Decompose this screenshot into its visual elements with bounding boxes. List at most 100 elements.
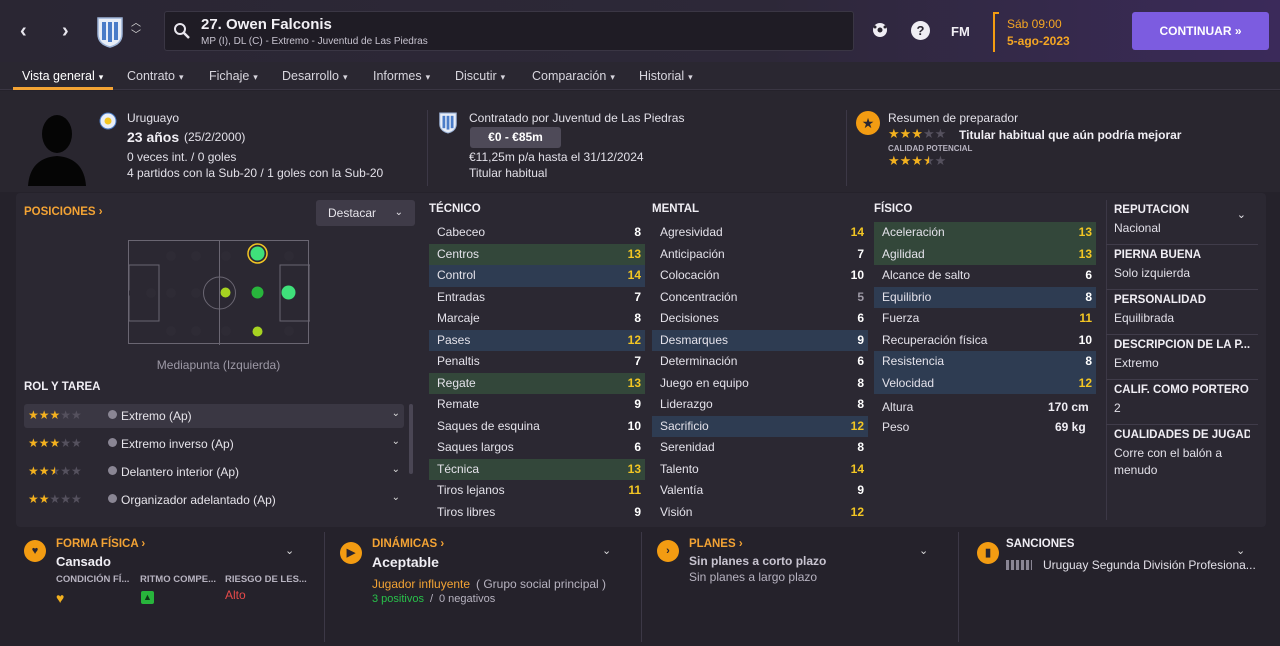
attribute-row[interactable]: Marcaje 8 (429, 308, 645, 330)
match-sharpness-label: RITMO COMPE... (140, 574, 216, 585)
position-marker-aml[interactable] (250, 246, 265, 261)
back-arrow-icon[interactable]: ‹ (20, 20, 27, 43)
role-row[interactable]: ★★★★★ Delantero interior (Ap) ⌄ (24, 460, 404, 484)
chevron-down-icon[interactable]: ⌄ (919, 544, 928, 557)
attribute-row[interactable]: Liderazgo 8 (652, 394, 868, 416)
attribute-value: 12 (850, 418, 864, 433)
technical-attributes: TÉCNICO Cabeceo 8 Centros 13 Control 14 Entrad… (429, 200, 645, 523)
attribute-row[interactable]: Fuerza 11 (874, 308, 1096, 330)
chevron-down-icon[interactable]: ⌄ (1237, 208, 1246, 221)
attribute-row[interactable]: Agilidad 13 (874, 243, 1096, 265)
tab-contrato[interactable]: Contrato ▾ (127, 69, 183, 83)
attribute-row[interactable]: Penaltis 7 (429, 351, 645, 373)
attribute-row[interactable]: Decisiones 6 (652, 308, 868, 330)
role-row[interactable]: ★★★★★ Extremo inverso (Ap) ⌄ (24, 432, 404, 456)
attribute-row[interactable]: Regate 13 (429, 372, 645, 394)
suspensions-title: SANCIONES (1006, 538, 1075, 550)
attribute-row[interactable]: Anticipación 7 (652, 244, 868, 266)
attribute-row[interactable]: Resistencia 8 (874, 351, 1096, 373)
attribute-row[interactable]: Recuperación física 10 (874, 330, 1096, 352)
attribute-row[interactable]: Agresividad 14 (652, 222, 868, 244)
role-row[interactable]: ★★★★★ Organizador adelantado (Ap) ⌄ (24, 488, 404, 512)
dynamics-title[interactable]: DINÁMICAS › (372, 538, 444, 550)
attribute-row[interactable]: Aceleración 13 (874, 222, 1096, 244)
player-header-box[interactable]: 27. Owen Falconis MP (I), DL (C) - Extre… (164, 11, 854, 51)
position-marker-st[interactable] (281, 285, 296, 300)
chevron-down-icon[interactable]: ⌄ (1236, 544, 1245, 557)
attribute-row[interactable]: Colocación 10 (652, 265, 868, 287)
tab-comparacion[interactable]: Comparación ▾ (532, 69, 615, 83)
attribute-value: 8 (1085, 289, 1092, 304)
club-crest-icon[interactable] (94, 14, 126, 48)
ball-icon[interactable] (871, 21, 889, 39)
chevron-down-icon[interactable]: ⌄ (285, 544, 294, 557)
tab-vista-general[interactable]: Vista general ▾ (22, 69, 103, 83)
attribute-row[interactable]: Serenidad 8 (652, 437, 868, 459)
attribute-name: Alcance de salto (882, 268, 971, 282)
tab-discutir[interactable]: Discutir ▾ (455, 69, 505, 83)
contracted-by: Contratado por Juventud de Las Piedras (469, 111, 685, 125)
long-term-plans: Sin planes a largo plazo (689, 570, 818, 584)
attribute-row[interactable]: Control 14 (429, 265, 645, 287)
positions-title[interactable]: POSICIONES › (24, 206, 103, 218)
attribute-row[interactable]: Cabeceo 8 (429, 222, 645, 244)
player-switch-arrows[interactable]: ︿ ﹀ (131, 18, 141, 42)
plans-title[interactable]: PLANES › (689, 538, 743, 550)
attribute-row[interactable]: Determinación 6 (652, 351, 868, 373)
continue-button[interactable]: CONTINUAR » (1132, 12, 1269, 50)
attribute-row[interactable]: Tiros lejanos 11 (429, 480, 645, 502)
attribute-name: Colocación (660, 268, 720, 282)
attribute-row[interactable]: Saques de esquina 10 (429, 416, 645, 438)
attribute-row[interactable]: Desmarques 9 (652, 329, 868, 351)
help-icon[interactable]: ? (911, 21, 930, 40)
attribute-row[interactable]: Centros 13 (429, 243, 645, 265)
attribute-row[interactable]: Pases 12 (429, 329, 645, 351)
club-badge-icon (439, 112, 457, 134)
tab-informes[interactable]: Informes ▾ (373, 69, 430, 83)
attribute-row[interactable]: Talento 14 (652, 459, 868, 481)
attribute-row[interactable]: Sacrificio 12 (652, 415, 868, 437)
fm-menu[interactable]: FM (951, 24, 970, 39)
attribute-row[interactable]: Equilibrio 8 (874, 286, 1096, 308)
attribute-row[interactable]: Visión 12 (652, 502, 868, 524)
position-marker-amr[interactable] (252, 326, 263, 337)
role-name: Delantero interior (Ap) (121, 465, 240, 479)
attribute-name: Saques largos (437, 440, 514, 454)
attribute-row[interactable]: Tiros libres 9 (429, 502, 645, 524)
attribute-value: 12 (1078, 375, 1092, 390)
attribute-name: Sacrificio (660, 418, 709, 433)
roles-scrollbar[interactable] (409, 404, 413, 474)
attribute-name: Liderazgo (660, 397, 713, 411)
highlight-dropdown[interactable]: Destacar ⌄ (316, 200, 415, 226)
tab-historial[interactable]: Historial ▾ (639, 69, 693, 83)
position-marker-amc[interactable] (251, 286, 264, 299)
attribute-value: 7 (634, 354, 641, 368)
player-positions: MP (I), DL (C) - Extremo - Juventud de L… (201, 36, 428, 47)
height-label: Altura (882, 400, 914, 414)
attribute-name: Desmarques (660, 332, 729, 347)
attribute-row[interactable]: Entradas 7 (429, 287, 645, 309)
attribute-row[interactable]: Concentración 5 (652, 287, 868, 309)
forward-arrow-icon[interactable]: › (62, 20, 69, 43)
attribute-row[interactable]: Saques largos 6 (429, 437, 645, 459)
attribute-row[interactable]: Valentía 9 (652, 480, 868, 502)
attribute-name: Penaltis (437, 354, 480, 368)
fitness-title[interactable]: FORMA FÍSICA › (56, 538, 145, 550)
tab-desarrollo[interactable]: Desarrollo ▾ (282, 69, 348, 83)
attribute-row[interactable]: Juego en equipo 8 (652, 373, 868, 395)
attribute-name: Cabeceo (437, 225, 486, 239)
caps: 0 veces int. / 0 goles (127, 150, 237, 164)
current-ability-stars: ★★★★★ (888, 126, 947, 141)
attribute-row[interactable]: Técnica 13 (429, 458, 645, 480)
attribute-row[interactable]: Velocidad 12 (874, 372, 1096, 394)
role-row[interactable]: ★★★★★ Extremo (Ap) ⌄ (24, 404, 404, 428)
tab-fichaje[interactable]: Fichaje ▾ (209, 69, 258, 83)
position-marker-mc[interactable] (220, 287, 231, 298)
attribute-name: Anticipación (660, 246, 725, 261)
suspension-league: Uruguay Segunda División Profesiona... (1043, 558, 1256, 572)
attribute-row[interactable]: Alcance de salto 6 (874, 265, 1096, 287)
attribute-row[interactable]: Remate 9 (429, 394, 645, 416)
chevron-down-icon[interactable]: ⌄ (602, 544, 611, 557)
attribute-value: 12 (850, 504, 864, 519)
attribute-value: 6 (857, 354, 864, 368)
